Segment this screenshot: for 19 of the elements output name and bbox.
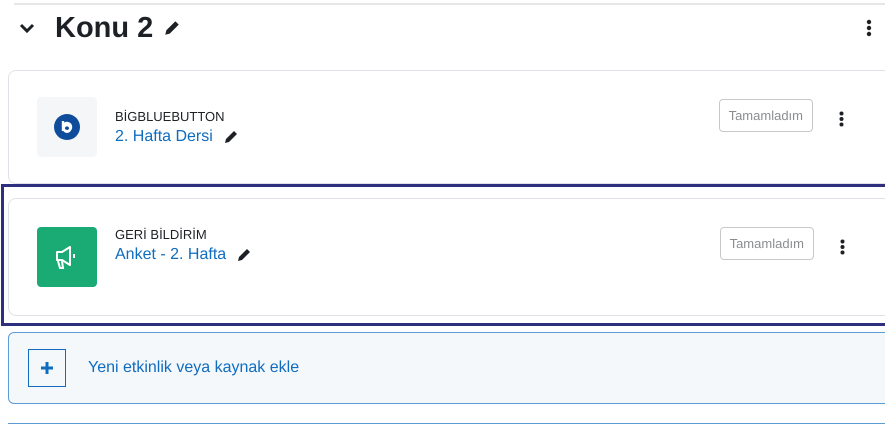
completion-button[interactable]: Tamamladım xyxy=(718,99,813,132)
activity-icon xyxy=(37,227,97,287)
pencil-icon[interactable] xyxy=(163,19,182,37)
activity-link[interactable]: Anket - 2. Hafta xyxy=(115,246,226,264)
pencil-icon[interactable] xyxy=(222,128,239,144)
more-options-icon[interactable] xyxy=(840,239,845,255)
pencil-icon[interactable] xyxy=(236,247,252,263)
add-activity-panel[interactable]: Yeni etkinlik veya kaynak ekle xyxy=(8,332,885,404)
section-title: Konu 2 xyxy=(55,12,154,44)
plus-icon xyxy=(28,349,66,387)
add-activity-label[interactable]: Yeni etkinlik veya kaynak ekle xyxy=(88,359,300,377)
activity-icon xyxy=(37,97,97,157)
completion-button[interactable]: Tamamladım xyxy=(720,227,814,260)
collapse-chevron-icon[interactable] xyxy=(19,22,35,34)
more-options-icon[interactable] xyxy=(866,19,872,37)
activity-type: BİGBLUEBUTTON xyxy=(115,108,226,124)
more-options-icon[interactable] xyxy=(839,111,844,127)
activity-link[interactable]: 2. Hafta Dersi xyxy=(115,128,213,146)
activity-type: GERİ BİLDİRİM xyxy=(115,227,208,242)
